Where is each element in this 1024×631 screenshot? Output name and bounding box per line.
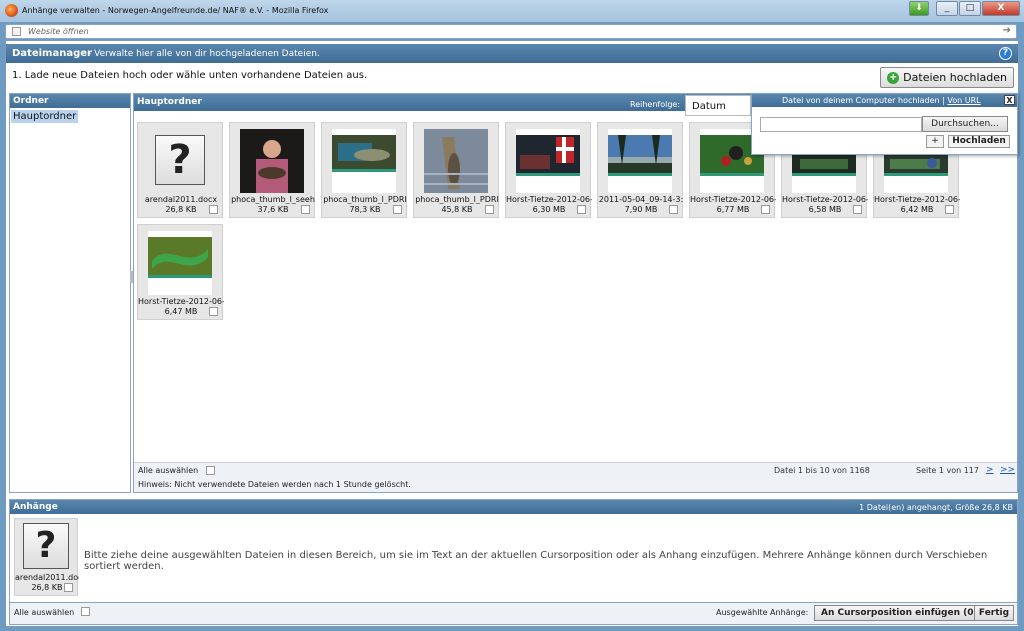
done-button[interactable]: Fertig [974,605,1014,621]
file-name: Horst-Tietze-2012-06- [782,195,868,204]
file-checkbox[interactable] [209,205,218,214]
file-checkbox[interactable] [945,205,954,214]
help-icon[interactable]: ? [999,47,1012,60]
upload-source-text: Datei von deinem Computer hochladen | [782,96,945,105]
page-description: - Verwalte hier alle von dir hochgeladen… [88,49,320,59]
select-all-label: Alle auswählen [138,466,199,475]
sort-label: Reihenfolge: [630,100,681,109]
file-checkbox[interactable] [301,205,310,214]
add-file-field-button[interactable]: + [926,135,944,148]
current-folder-title: Hauptordner [137,97,202,107]
file-checkbox[interactable] [209,307,218,316]
attachments-panel: Anhänge 1 Datei(en) angehangt, Größe 26,… [9,499,1018,603]
attachments-select-all-label: Alle auswählen [14,608,75,617]
window-title: Anhänge verwalten - Norwegen-Angelfreund… [22,6,329,15]
dateimanager-header: Dateimanager - Verwalte hier alle von di… [6,44,1018,63]
hint-text: Hinweis: Nicht verwendete Dateien werden… [138,480,411,489]
file-name: Horst-Tietze-2012-06- [874,195,960,204]
attachments-select-all-checkbox[interactable] [81,607,90,616]
upload-files-label: Dateien hochladen [903,71,1007,84]
file-checkbox[interactable] [669,205,678,214]
firefox-icon [5,4,18,17]
upload-popup: Datei von deinem Computer hochladen | Vo… [751,93,1018,155]
file-checkbox[interactable] [393,205,402,214]
file-name: arendal2011.docx [144,195,218,204]
sort-select[interactable]: Datum [685,95,751,116]
instruction-text: 1. Lade neue Dateien hoch oder wähle unt… [12,70,368,81]
folder-item-hauptordner[interactable]: Hauptordner [11,110,79,123]
file-thumbnail [332,129,396,193]
file-name: phoca_thumb_l_PDRI [415,195,499,204]
file-tile[interactable]: ? arendal2011.docx 26,8 KB [137,122,223,218]
file-thumbnail [516,129,580,193]
file-name: Horst-Tietze-2012-06- [690,195,776,204]
file-thumbnail [424,129,488,193]
file-path-input[interactable] [760,117,922,132]
file-name: phoca_thumb_l_seeh [231,195,315,204]
attachments-footer: Alle auswählen Ausgewählte Anhänge: An C… [9,603,1018,625]
last-page-link[interactable]: >> [1000,465,1015,475]
maximize-button[interactable]: □ [959,1,981,16]
file-tile[interactable]: phoca_thumb_l_PDRI 78,3 KB [321,122,407,218]
file-tile[interactable]: Horst-Tietze-2012-06- 6,30 MB [505,122,592,218]
url-bar[interactable]: Website öffnen ➔ [5,24,1017,39]
attachments-header: Anhänge 1 Datei(en) angehangt, Größe 26,… [10,500,1017,514]
browse-button[interactable]: Durchsuchen... [922,116,1008,132]
insert-at-cursor-button[interactable]: An Cursorposition einfügen (0) [814,605,985,621]
attachments-description: Bitte ziehe deine ausgewählten Dateien i… [84,550,988,572]
close-button[interactable]: X [982,1,1020,16]
attachments-info: 1 Datei(en) angehangt, Größe 26,8 KB [859,503,1013,512]
upload-files-button[interactable]: + Dateien hochladen [880,67,1014,88]
upload-popup-header: Datei von deinem Computer hochladen | Vo… [752,94,1017,107]
attachment-checkbox[interactable] [64,583,73,592]
dateimanager-page: Dateimanager - Verwalte hier alle von di… [5,40,1019,627]
popup-close-button[interactable]: X [1004,95,1015,105]
file-name: 2011-05-04_09-14-3: [598,195,684,204]
file-name: Horst-Tietze-2012-06- [506,195,592,204]
file-checkbox[interactable] [577,205,586,214]
page-indicator: Seite 1 von 117 [916,466,979,475]
page-title: Dateimanager [12,48,92,59]
download-icon[interactable]: ⬇ [909,1,929,16]
minimize-button[interactable]: _ [936,1,958,16]
window-controls: ⬇ _ □ X [909,1,1020,16]
file-name: Horst-Tietze-2012-06- [138,297,224,306]
selected-attachments-label: Ausgewählte Anhänge: [716,608,809,617]
from-url-link[interactable]: Von URL [947,96,980,105]
unknown-file-icon: ? [148,129,212,193]
file-range: Datei 1 bis 10 von 1168 [774,466,870,475]
attachments-title: Anhänge [13,502,58,512]
add-icon: + [887,71,900,84]
url-placeholder: Website öffnen [28,27,89,36]
file-checkbox[interactable] [853,205,862,214]
file-checkbox[interactable] [761,205,770,214]
file-tile[interactable]: phoca_thumb_l_PDRI 45,8 KB [413,122,499,218]
file-checkbox[interactable] [485,205,494,214]
select-all-checkbox[interactable] [206,466,215,475]
file-thumbnail [608,129,672,193]
go-arrow-icon[interactable]: ➔ [1003,25,1011,36]
site-icon [12,27,21,36]
folder-panel-title: Ordner [10,94,130,108]
file-thumbnail [240,129,304,193]
file-browser-footer: Alle auswählen Hinweis: Nicht verwendete… [134,462,1017,492]
file-name: phoca_thumb_l_PDRI [323,195,407,204]
window-titlebar: Anhänge verwalten - Norwegen-Angelfreund… [0,0,1024,22]
attachment-name: arendal2011.docx [15,573,79,582]
file-tile[interactable]: Horst-Tietze-2012-06- 6,47 MB [137,224,224,320]
next-page-link[interactable]: > [986,465,994,475]
attachment-tile[interactable]: ? arendal2011.docx 26,8 KB [14,518,79,596]
folder-panel: Ordner Hauptordner [9,93,131,493]
upload-button[interactable]: Hochladen [948,135,1010,148]
file-thumbnail [148,231,212,295]
file-tile[interactable]: 2011-05-04_09-14-3: 7,90 MB [597,122,683,218]
file-tile[interactable]: phoca_thumb_l_seeh 37,6 KB [229,122,315,218]
